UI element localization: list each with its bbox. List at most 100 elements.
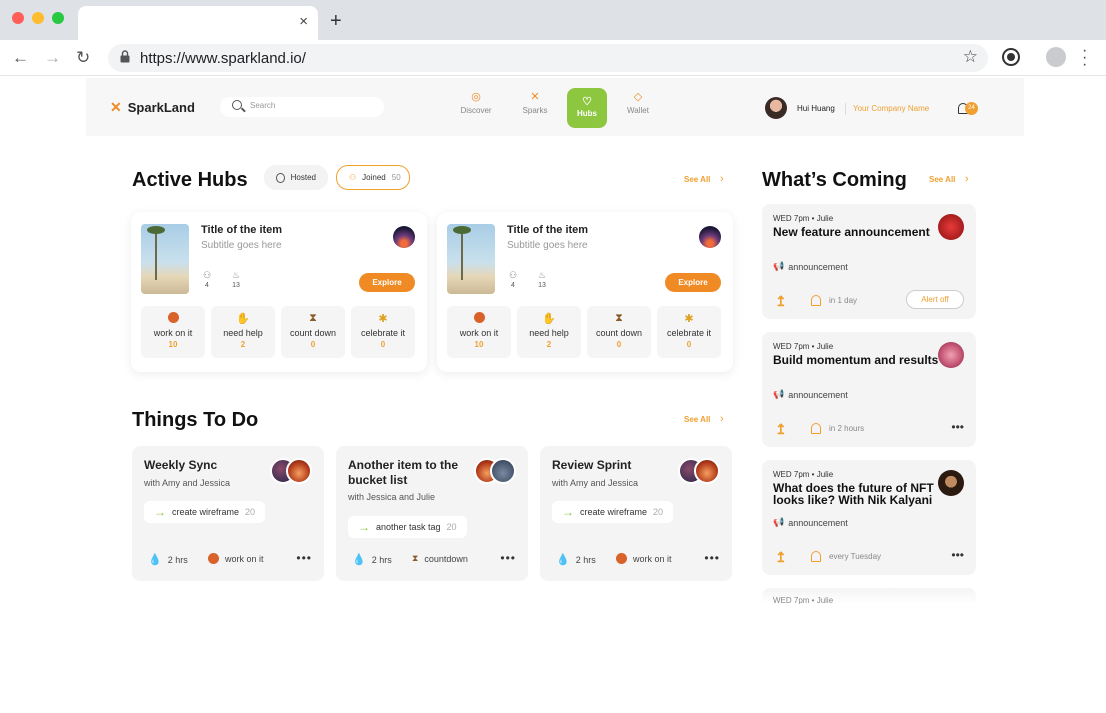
event-card[interactable]: WED 7pm • Julie New feature announcement… — [762, 204, 976, 319]
event-title: Build momentum and results — [773, 353, 939, 367]
hub-image — [447, 224, 495, 294]
active-hubs-see-all[interactable]: See All — [684, 175, 710, 184]
event-title: New feature announcement — [773, 225, 930, 239]
todo-card[interactable]: Weekly Sync with Amy and Jessica → creat… — [132, 446, 324, 581]
share-up-icon[interactable]: ↥ — [775, 421, 787, 438]
logo-text: SparkLand — [127, 100, 195, 115]
hub-title: Title of the item — [507, 224, 589, 236]
bell-icon[interactable] — [811, 295, 821, 306]
close-window-button[interactable] — [12, 12, 24, 24]
megaphone-icon: 📢 — [773, 261, 785, 271]
maximize-window-button[interactable] — [52, 12, 64, 24]
event-time: WED 7pm • Julie — [773, 470, 834, 479]
nav-hubs[interactable]: ♡ Hubs — [567, 88, 607, 128]
status: work on it — [616, 553, 672, 564]
extension-icon[interactable] — [1002, 48, 1020, 66]
todo-card[interactable]: Review Sprint with Amy and Jessica → cre… — [540, 446, 732, 581]
more-options-icon[interactable]: ••• — [951, 548, 964, 562]
duration: 💧 2 hrs — [352, 554, 392, 566]
explore-button[interactable]: Explore — [359, 273, 415, 292]
event-card[interactable]: WED 7pm • Julie Build momentum and resul… — [762, 332, 976, 447]
hub-avatar — [699, 226, 721, 248]
address-bar[interactable]: https://www.sparkland.io/ ☆ — [108, 44, 988, 72]
hub-card[interactable]: Title of the item Subtitle goes here ⚇ 4… — [131, 212, 427, 372]
user-name[interactable]: Hui Huang — [797, 104, 835, 113]
action-work-on-it[interactable]: work on it 10 — [141, 306, 205, 358]
task-tag[interactable]: → create wireframe 20 — [552, 501, 674, 523]
todo-title: Weekly Sync — [144, 458, 218, 472]
header-divider — [845, 103, 846, 115]
sparks-stat: ♨ 13 — [228, 270, 244, 289]
event-time: WED 7pm • Julie — [773, 342, 834, 351]
user-avatar[interactable] — [765, 97, 787, 119]
task-tag[interactable]: → create wireframe 20 — [144, 501, 266, 523]
browser-menu-icon[interactable]: · · · — [1082, 43, 1087, 73]
todo-participants: with Jessica and Julie — [348, 492, 436, 502]
filter-hosted[interactable]: Hosted — [264, 165, 328, 190]
nav-discover[interactable]: ◎ Discover — [456, 90, 496, 115]
forward-icon[interactable]: → — [44, 48, 61, 68]
company-name[interactable]: Your Company Name — [853, 104, 929, 113]
participant-avatars — [678, 458, 720, 484]
new-tab-button[interactable]: + — [330, 10, 342, 33]
water-drop-icon: 💧 — [352, 554, 366, 566]
water-drop-icon: 💧 — [148, 554, 162, 566]
profile-icon[interactable] — [1046, 47, 1066, 67]
action-need-help[interactable]: ✋ need help 2 — [517, 306, 581, 358]
action-need-help[interactable]: ✋ need help 2 — [211, 306, 275, 358]
chevron-right-icon[interactable]: › — [965, 173, 969, 185]
things-to-do-see-all[interactable]: See All — [684, 415, 710, 424]
megaphone-icon: 📢 — [773, 389, 785, 399]
lock-icon — [120, 50, 130, 63]
more-options-icon[interactable]: ••• — [500, 551, 516, 565]
nav-sparks[interactable]: ✕ Sparks — [515, 90, 555, 115]
hub-card[interactable]: Title of the item Subtitle goes here ⚇ 4… — [437, 212, 733, 372]
bell-icon[interactable] — [811, 551, 821, 562]
explore-button[interactable]: Explore — [665, 273, 721, 292]
event-when: in 1 day — [829, 296, 858, 305]
action-count-down[interactable]: ⧗ count down 0 — [281, 306, 345, 358]
nav-wallet[interactable]: ◇ Wallet — [618, 90, 658, 115]
event-card[interactable]: WED 7pm • Julie What does the future of … — [762, 460, 976, 575]
active-hubs-title: Active Hubs — [132, 169, 248, 191]
sparks-stat: ♨ 13 — [534, 270, 550, 289]
action-celebrate-it[interactable]: ✱ celebrate it 0 — [657, 306, 721, 358]
chevron-right-icon[interactable]: › — [720, 173, 724, 185]
search-input[interactable]: Search — [220, 97, 384, 117]
bell-icon[interactable] — [811, 423, 821, 434]
logo[interactable]: ✕ SparkLand — [110, 99, 195, 116]
bookmark-star-icon[interactable]: ☆ — [963, 47, 978, 67]
todo-card[interactable]: Another item to the bucket list with Jes… — [336, 446, 528, 581]
minimize-window-button[interactable] — [32, 12, 44, 24]
participant-avatars — [474, 458, 516, 484]
action-work-on-it[interactable]: work on it 10 — [447, 306, 511, 358]
members-icon: ⚇ — [202, 270, 212, 280]
todo-title: Review Sprint — [552, 458, 632, 472]
alert-off-button[interactable]: Alert off — [906, 290, 964, 309]
todo-title: Another item to the bucket list — [348, 458, 458, 487]
more-options-icon[interactable]: ••• — [296, 551, 312, 565]
more-options-icon[interactable]: ••• — [704, 551, 720, 565]
hourglass-icon: ⧗ — [615, 312, 623, 324]
whats-coming-see-all[interactable]: See All — [929, 175, 955, 184]
chevron-right-icon[interactable]: › — [720, 413, 724, 425]
action-count-down[interactable]: ⧗ count down 0 — [587, 306, 651, 358]
raised-hand-icon: ✋ — [236, 313, 250, 325]
hourglass-icon: ⧗ — [412, 553, 419, 563]
party-popper-icon: ✱ — [684, 313, 694, 325]
browser-tab[interactable]: × — [78, 6, 318, 40]
flame-icon: ♨ — [231, 270, 241, 280]
back-icon[interactable]: ← — [12, 48, 29, 68]
arrow-right-icon: → — [154, 505, 166, 519]
megaphone-icon: 📢 — [773, 517, 785, 527]
people-icon: ⚇ — [349, 173, 357, 182]
action-celebrate-it[interactable]: ✱ celebrate it 0 — [351, 306, 415, 358]
filter-joined[interactable]: ⚇ Joined 50 — [336, 165, 410, 190]
reload-icon[interactable]: ↻ — [76, 48, 90, 68]
share-up-icon[interactable]: ↥ — [775, 293, 787, 310]
event-when: in 2 hours — [829, 424, 865, 433]
close-tab-icon[interactable]: × — [299, 13, 308, 30]
share-up-icon[interactable]: ↥ — [775, 549, 787, 566]
more-options-icon[interactable]: ••• — [951, 420, 964, 434]
task-tag[interactable]: → another task tag 20 — [348, 516, 467, 538]
